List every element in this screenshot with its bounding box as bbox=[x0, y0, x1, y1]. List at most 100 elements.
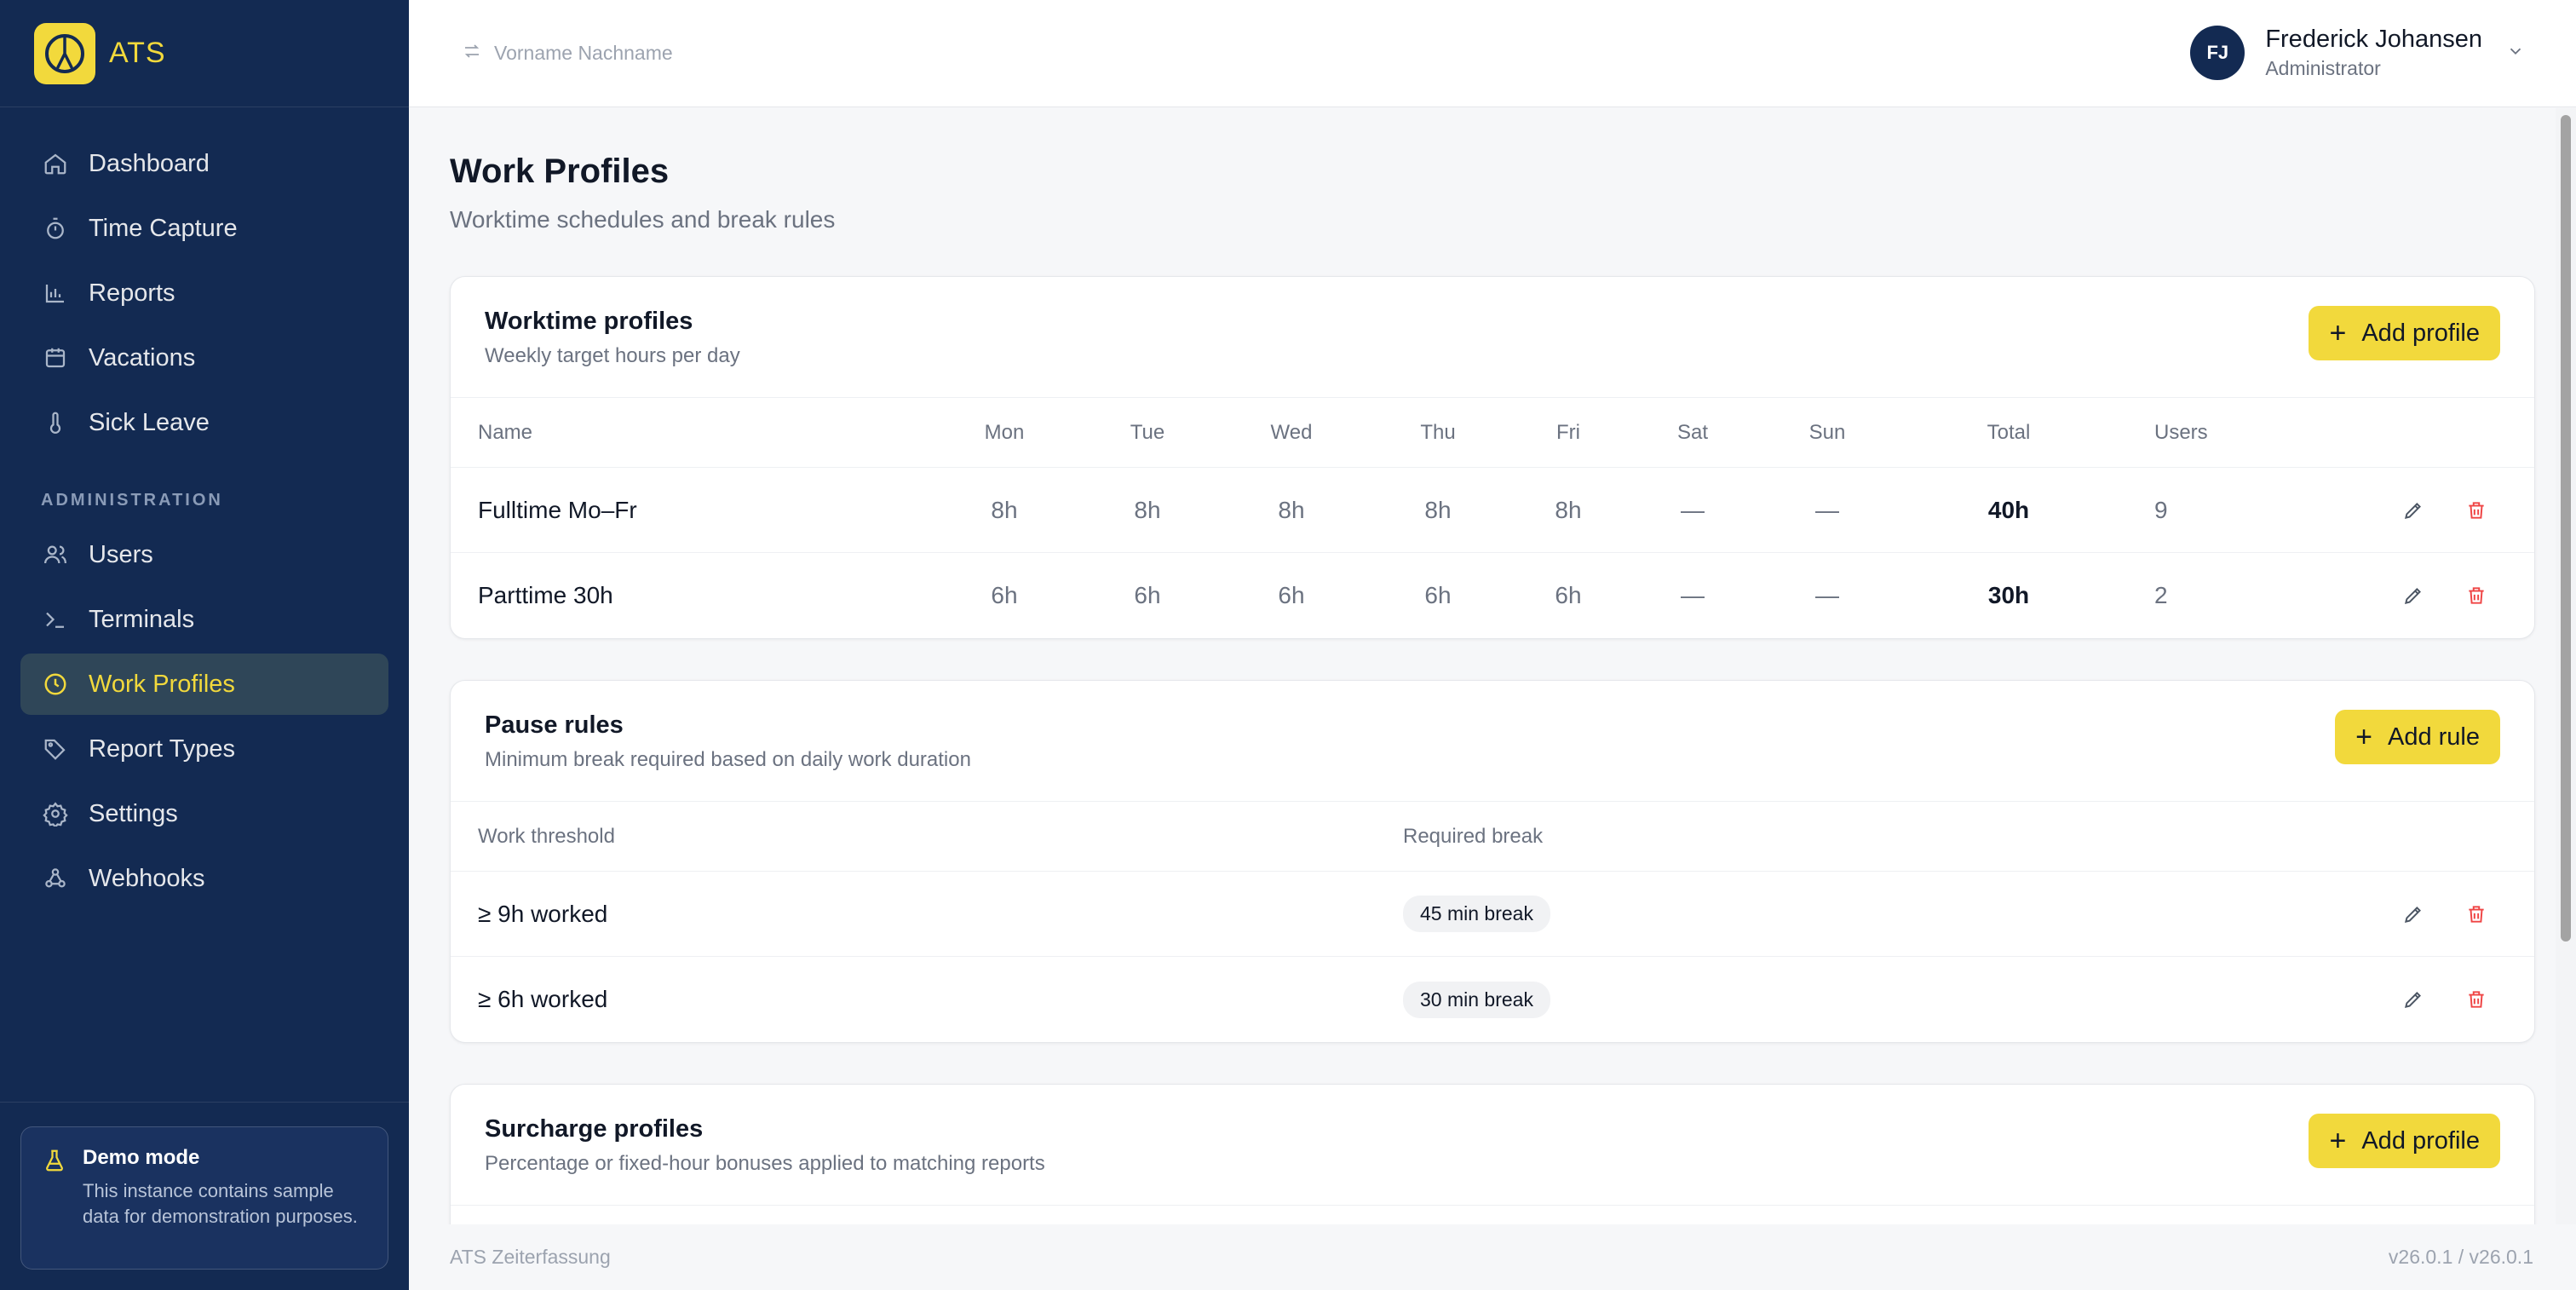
scrollbar-thumb[interactable] bbox=[2561, 115, 2571, 942]
col-sun: Sun bbox=[1808, 420, 1846, 444]
row-thu: 8h bbox=[1424, 496, 1452, 523]
row-name: Parttime 30h bbox=[478, 582, 613, 608]
edit-pencil-icon[interactable] bbox=[2396, 493, 2430, 527]
avatar: FJ bbox=[2190, 26, 2245, 80]
row-threshold: ≥ 9h worked bbox=[478, 900, 608, 927]
delete-trash-icon[interactable] bbox=[2459, 493, 2493, 527]
plus-icon: + bbox=[2329, 1125, 2347, 1157]
table-row: Parttime 30h 6h 6h 6h 6h 6h — — 30h 2 bbox=[451, 553, 2534, 638]
col-sat: Sat bbox=[1676, 420, 1709, 444]
sidebar-item-work-profiles[interactable]: Work Profiles bbox=[20, 654, 388, 715]
sidebar-item-users[interactable]: Users bbox=[20, 524, 388, 585]
user-menu[interactable]: FJ Frederick Johansen Administrator bbox=[2190, 26, 2525, 80]
row-wed: 6h bbox=[1278, 582, 1305, 608]
sidebar-item-label: Report Types bbox=[89, 734, 235, 763]
brand-name: ATS bbox=[109, 37, 166, 69]
sidebar-item-label: Dashboard bbox=[89, 149, 210, 177]
col-users: Users bbox=[2154, 420, 2208, 444]
plus-icon: + bbox=[2355, 721, 2372, 753]
sidebar-item-label: Users bbox=[89, 540, 153, 568]
tag-icon bbox=[41, 734, 70, 763]
row-mon: 8h bbox=[991, 496, 1018, 523]
button-label: Add profile bbox=[2361, 319, 2480, 347]
scrollbar[interactable] bbox=[2556, 108, 2576, 1224]
delete-trash-icon[interactable] bbox=[2459, 982, 2493, 1016]
sidebar-item-report-types[interactable]: Report Types bbox=[20, 718, 388, 780]
sidebar-item-label: Sick Leave bbox=[89, 408, 210, 436]
break-badge: 45 min break bbox=[1403, 896, 1550, 932]
break-badge: 30 min break bbox=[1403, 981, 1550, 1018]
row-total: 40h bbox=[1987, 496, 2030, 523]
col-name: Name bbox=[478, 420, 533, 444]
row-tue: 6h bbox=[1134, 582, 1161, 608]
sidebar-item-settings[interactable]: Settings bbox=[20, 783, 388, 844]
card-title: Surcharge profiles bbox=[485, 1115, 704, 1143]
row-tue: 8h bbox=[1134, 496, 1161, 523]
calendar-icon bbox=[41, 343, 70, 372]
user-switcher[interactable]: Vorname Nachname bbox=[462, 41, 673, 66]
topbar: Vorname Nachname FJ Frederick Johansen A… bbox=[409, 0, 2576, 107]
switch-arrows-icon bbox=[462, 41, 482, 66]
row-thu: 6h bbox=[1424, 582, 1452, 608]
button-label: Add rule bbox=[2387, 723, 2480, 751]
card-subtitle: Percentage or fixed-hour bonuses applied… bbox=[485, 1152, 1045, 1175]
sidebar-item-dashboard[interactable]: Dashboard bbox=[20, 133, 388, 194]
sidebar-item-time-capture[interactable]: Time Capture bbox=[20, 198, 388, 259]
row-wed: 8h bbox=[1278, 496, 1305, 523]
chevron-down-icon bbox=[2506, 42, 2525, 65]
table-header: Work threshold Required break bbox=[451, 802, 2534, 872]
row-sat: — bbox=[1681, 496, 1705, 523]
delete-trash-icon[interactable] bbox=[2459, 897, 2493, 931]
delete-trash-icon[interactable] bbox=[2459, 579, 2493, 613]
table-row: ≥ 6h worked 30 min break bbox=[451, 957, 2534, 1042]
table-row: ≥ 9h worked 45 min break bbox=[451, 872, 2534, 957]
stopwatch-icon bbox=[41, 214, 70, 243]
thermometer-icon bbox=[41, 408, 70, 437]
sidebar-item-label: Work Profiles bbox=[89, 670, 235, 698]
gear-icon bbox=[41, 799, 70, 828]
edit-pencil-icon[interactable] bbox=[2396, 579, 2430, 613]
demo-mode-notice: Demo mode This instance contains sample … bbox=[20, 1126, 388, 1270]
col-fri: Fri bbox=[1556, 420, 1580, 444]
card-title: Worktime profiles bbox=[485, 308, 693, 335]
demo-title: Demo mode bbox=[83, 1146, 200, 1169]
col-mon: Mon bbox=[984, 420, 1025, 444]
sidebar-item-label: Webhooks bbox=[89, 864, 205, 892]
footer-app-name: ATS Zeiterfassung bbox=[450, 1246, 611, 1268]
add-profile-button[interactable]: + Add profile bbox=[2309, 1114, 2500, 1168]
sidebar-item-webhooks[interactable]: Webhooks bbox=[20, 848, 388, 909]
page-title: Work Profiles bbox=[450, 153, 670, 190]
add-rule-button[interactable]: + Add rule bbox=[2335, 710, 2500, 764]
row-sun: — bbox=[1815, 496, 1839, 523]
webhook-icon bbox=[41, 864, 70, 893]
col-total: Total bbox=[1987, 420, 2031, 444]
sidebar-item-vacations[interactable]: Vacations bbox=[20, 327, 388, 389]
plus-icon: + bbox=[2329, 317, 2347, 349]
edit-pencil-icon[interactable] bbox=[2396, 897, 2430, 931]
row-sun: — bbox=[1815, 582, 1839, 608]
page-subtitle: Worktime schedules and break rules bbox=[450, 206, 836, 233]
card-title: Pause rules bbox=[485, 711, 624, 739]
edit-pencil-icon[interactable] bbox=[2396, 982, 2430, 1016]
surcharge-profiles-card: Surcharge profiles Percentage or fixed-h… bbox=[450, 1084, 2535, 1224]
row-sat: — bbox=[1681, 582, 1705, 608]
sidebar-item-terminals[interactable]: Terminals bbox=[20, 589, 388, 650]
row-mon: 6h bbox=[991, 582, 1018, 608]
brand[interactable]: ATS bbox=[0, 0, 409, 107]
sidebar-item-sick-leave[interactable]: Sick Leave bbox=[20, 392, 388, 453]
user-role: Administrator bbox=[2265, 57, 2381, 79]
table-row: Fulltime Mo–Fr 8h 8h 8h 8h 8h — — 40h 9 bbox=[451, 468, 2534, 553]
users-icon bbox=[41, 540, 70, 569]
row-users: 9 bbox=[2154, 496, 2168, 523]
row-total: 30h bbox=[1987, 582, 2030, 608]
table-header: Name Mon Tue Wed Thu Fri Sat Sun Total U… bbox=[451, 398, 2534, 468]
sidebar: ATS Dashboard Time Capture Reports Vacat… bbox=[0, 0, 409, 1290]
add-profile-button[interactable]: + Add profile bbox=[2309, 306, 2500, 360]
sidebar-item-label: Vacations bbox=[89, 343, 196, 371]
sidebar-item-reports[interactable]: Reports bbox=[20, 262, 388, 324]
worktime-profiles-card: Worktime profiles Weekly target hours pe… bbox=[450, 276, 2535, 639]
sidebar-item-label: Reports bbox=[89, 279, 175, 307]
switcher-placeholder: Vorname Nachname bbox=[494, 42, 673, 64]
terminal-icon bbox=[41, 605, 70, 634]
row-users: 2 bbox=[2154, 582, 2168, 608]
